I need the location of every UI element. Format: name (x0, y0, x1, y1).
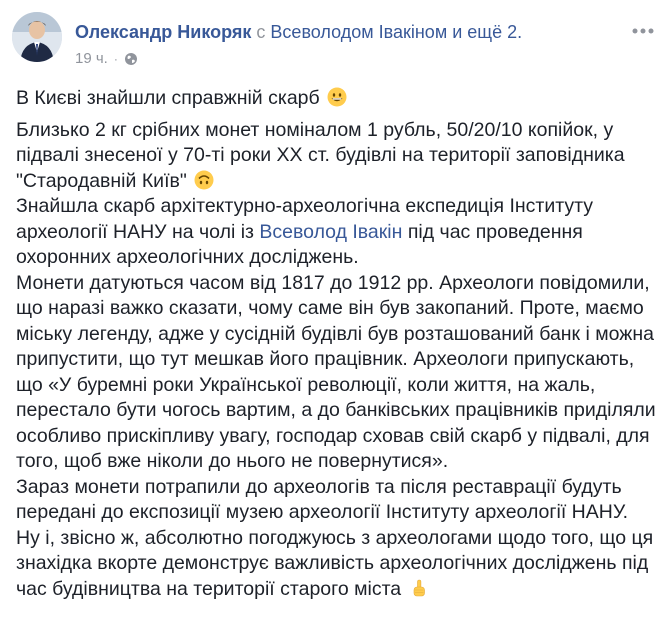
post-meta: 19 ч. · (75, 50, 138, 68)
paragraph-1: Близько 2 кг срібних монет номіналом 1 р… (16, 118, 656, 195)
author-name[interactable]: Олександр Никоряк (75, 22, 251, 42)
paragraph-4: Зараз монети потрапили до археологів та … (16, 475, 629, 524)
others-link[interactable]: и ещё 2. (452, 22, 522, 42)
paragraph-2: Знайшла скарб архітектурно-археологічна … (16, 194, 656, 271)
timestamp-link[interactable]: 19 ч. (75, 50, 108, 68)
mention-link[interactable]: Всеволод Івакін (259, 221, 402, 243)
with-text: с (256, 22, 266, 42)
tagged-person-link[interactable]: Всеволодом Івакіном (270, 22, 447, 42)
globe-icon[interactable] (124, 52, 138, 66)
post-header: Олександр Никоряк с Всеволодом Івакіном … (75, 20, 522, 44)
post-body: В Києві знайшли справжній скарб Близько … (16, 86, 656, 602)
paragraph-1-text: Близько 2 кг срібних монет номіналом 1 р… (16, 118, 625, 192)
paragraph-5-text: Ну і, звісно ж, абсолютно погоджуюсь з а… (16, 526, 654, 600)
more-options-icon[interactable] (630, 22, 656, 40)
upside-down-face-emoji (194, 170, 214, 190)
facebook-post: Олександр Никоряк с Всеволодом Івакіном … (0, 0, 668, 622)
meta-separator: · (113, 52, 118, 66)
paragraph-3: Монети датуються часом від 1817 до 1912 … (16, 271, 656, 473)
grinning-face-emoji (327, 87, 347, 107)
author-avatar[interactable] (12, 12, 62, 62)
post-title: В Києві знайшли справжній скарб (16, 87, 320, 109)
pointing-up-emoji (409, 578, 429, 598)
paragraph-5: Ну і, звісно ж, абсолютно погоджуюсь з а… (16, 526, 656, 603)
post-title-line: В Києві знайшли справжній скарб (16, 86, 656, 112)
